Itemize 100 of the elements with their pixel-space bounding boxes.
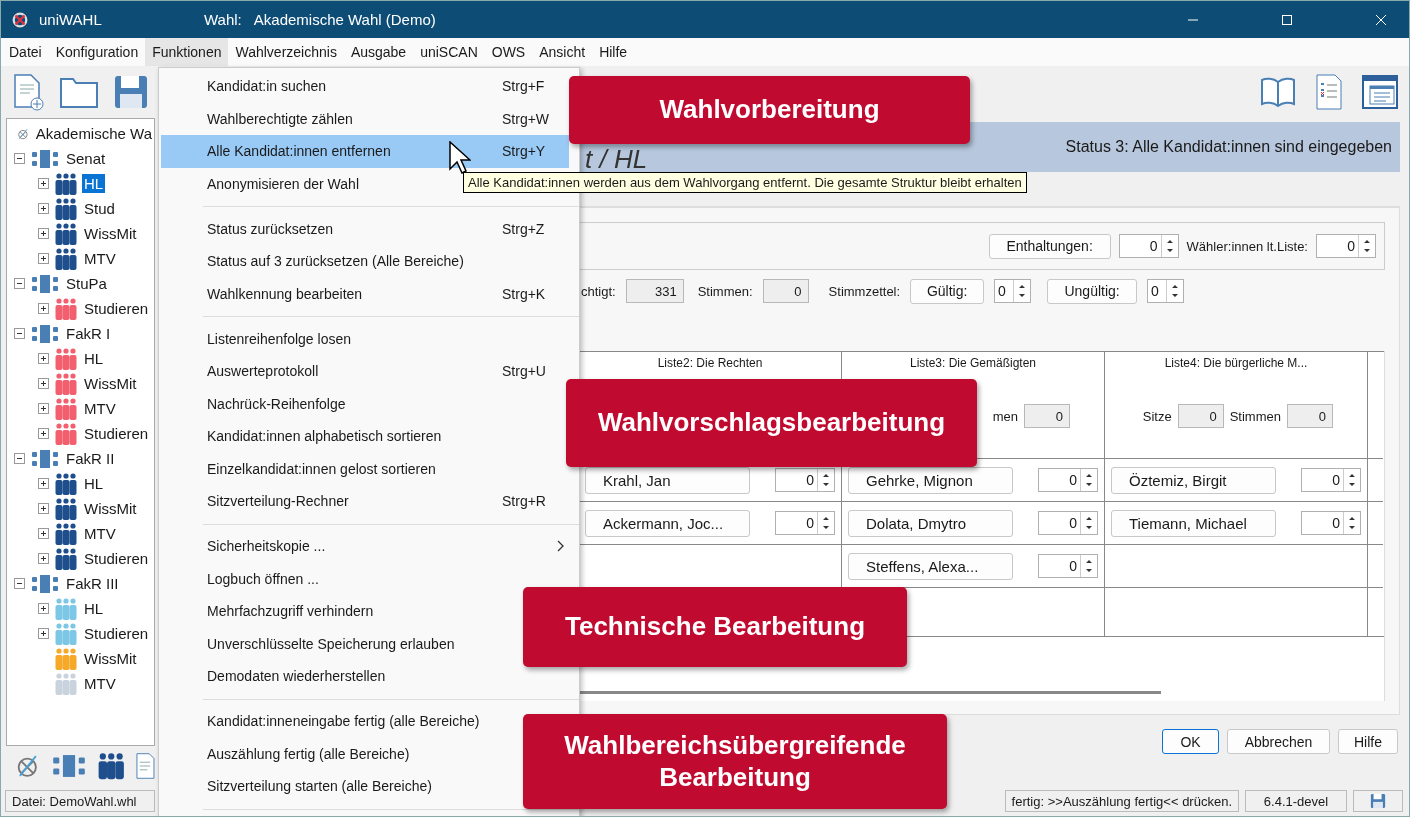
- expand-icon[interactable]: [38, 503, 49, 514]
- expand-icon[interactable]: [38, 403, 49, 414]
- menu-bar-item[interactable]: Wahlverzeichnis: [228, 38, 344, 66]
- menu-item[interactable]: Nachrück-Reihenfolge: [161, 387, 354, 420]
- tree-item[interactable]: MTV: [82, 249, 118, 268]
- menu-item[interactable]: Wahlkennung bearbeiten Strg+K: [161, 277, 569, 310]
- menu-bar-item[interactable]: Ausgabe: [343, 38, 414, 66]
- tree-item[interactable]: Studieren: [82, 549, 151, 568]
- expand-icon[interactable]: [38, 528, 49, 539]
- tree-item[interactable]: Senat: [64, 149, 108, 168]
- expand-icon[interactable]: [38, 253, 49, 264]
- tree-item[interactable]: Studieren: [82, 624, 151, 643]
- candidate-button[interactable]: Ackermann, Joc...: [585, 509, 750, 537]
- new-document-icon[interactable]: [11, 73, 45, 111]
- menu-bar-item[interactable]: Konfiguration: [48, 38, 146, 66]
- collapse-icon[interactable]: [14, 153, 25, 164]
- checklist-icon[interactable]: [1316, 74, 1342, 110]
- valid-button[interactable]: Gültig:: [910, 278, 985, 304]
- invalid-button[interactable]: Ungültig:: [1047, 278, 1138, 304]
- candidate-button[interactable]: Tiemann, Michael: [1111, 509, 1276, 537]
- tree-item[interactable]: WissMit: [82, 499, 139, 518]
- close-icon[interactable]: [1375, 13, 1387, 26]
- document-icon[interactable]: [136, 752, 155, 780]
- menu-item[interactable]: Kandidat:in suchen Strg+F: [161, 70, 569, 103]
- number-spinner[interactable]: 0: [1316, 234, 1376, 258]
- committee-icon[interactable]: [51, 753, 86, 779]
- menu-item[interactable]: Kandidat:innen alphabetisch sortieren: [161, 420, 450, 453]
- menu-item[interactable]: Einzelkandidat:innen gelost sortieren: [161, 452, 444, 485]
- book-icon[interactable]: [1260, 76, 1296, 108]
- expand-icon[interactable]: [38, 628, 49, 639]
- ballot-crossed-icon[interactable]: [15, 753, 40, 779]
- collapse-icon[interactable]: [14, 328, 25, 339]
- candidate-button[interactable]: Dolata, Dmytro: [848, 509, 1013, 537]
- tree-item[interactable]: HL: [82, 474, 106, 493]
- tree-item[interactable]: FakR II: [64, 449, 117, 468]
- number-spinner[interactable]: 0: [1301, 468, 1361, 492]
- tree-item[interactable]: StuPa: [64, 274, 109, 293]
- tree-item[interactable]: Studieren: [82, 424, 151, 443]
- number-spinner[interactable]: 0: [1038, 468, 1098, 492]
- menu-item[interactable]: Status zurücksetzen Strg+Z: [161, 212, 569, 245]
- expand-icon[interactable]: [38, 603, 49, 614]
- menu-item[interactable]: Demodaten wiederherstellen: [161, 660, 394, 693]
- menu-bar-item[interactable]: Funktionen: [145, 38, 229, 66]
- tree-item[interactable]: WissMit: [82, 374, 139, 393]
- menu-item[interactable]: Alle Kandidat:innen entfernen Strg+Y: [161, 135, 569, 168]
- menu-item[interactable]: Mehrfachzugriff verhindern: [161, 595, 382, 628]
- people-icon[interactable]: [97, 752, 125, 780]
- number-spinner[interactable]: 0: [994, 279, 1032, 303]
- expand-icon[interactable]: [38, 303, 49, 314]
- dialog-button[interactable]: OK: [1162, 729, 1219, 754]
- folder-icon[interactable]: [59, 75, 99, 109]
- tree-item[interactable]: HL: [82, 174, 106, 193]
- menu-item[interactable]: Auswerteprotokoll Strg+U: [161, 355, 569, 388]
- scrollbar-thumb[interactable]: [579, 691, 1161, 694]
- expand-icon[interactable]: [38, 228, 49, 239]
- maximize-icon[interactable]: [1281, 13, 1293, 26]
- abstentions-button[interactable]: Enthaltungen:: [988, 233, 1111, 259]
- tree-item[interactable]: Studieren: [82, 299, 151, 318]
- tree-item[interactable]: FakR I: [64, 324, 113, 343]
- dialog-button[interactable]: Hilfe: [1338, 729, 1398, 754]
- menu-bar-item[interactable]: Hilfe: [592, 38, 635, 66]
- menu-item[interactable]: Kandidat:inneneingabe fertig (alle Bereiche): [161, 705, 488, 738]
- number-spinner[interactable]: 0: [1118, 234, 1179, 258]
- tree-item[interactable]: HL: [82, 599, 106, 618]
- menu-item[interactable]: Sicherheitskopie ...: [161, 530, 569, 563]
- expand-icon[interactable]: [38, 428, 49, 439]
- tree-item[interactable]: MTV: [82, 524, 118, 543]
- number-spinner[interactable]: 0: [1038, 554, 1098, 578]
- expand-icon[interactable]: [38, 178, 49, 189]
- number-spinner[interactable]: 0: [1301, 511, 1361, 535]
- expand-icon[interactable]: [38, 203, 49, 214]
- tree-item[interactable]: MTV: [82, 674, 118, 693]
- collapse-icon[interactable]: [14, 278, 25, 289]
- number-spinner[interactable]: 0: [775, 468, 835, 492]
- expand-icon[interactable]: [38, 553, 49, 564]
- windows-icon[interactable]: [1362, 75, 1398, 109]
- menu-bar-item[interactable]: OWS: [484, 38, 533, 66]
- tree-item[interactable]: WissMit: [82, 649, 139, 668]
- collapse-icon[interactable]: [14, 578, 25, 589]
- save-icon[interactable]: [1370, 793, 1386, 809]
- candidate-button[interactable]: Krahl, Jan: [585, 466, 750, 494]
- menu-item[interactable]: Sitzverteilung-Rechner Strg+R: [161, 485, 569, 518]
- candidate-button[interactable]: Steffens, Alexa...: [848, 552, 1013, 580]
- menu-bar-item[interactable]: Ansicht: [532, 38, 593, 66]
- menu-item[interactable]: Wahlberechtigte zählen Strg+W: [161, 102, 569, 135]
- menu-item[interactable]: Status auf 3 zurücksetzen (Alle Bereiche): [161, 245, 472, 278]
- menu-item[interactable]: Anonymisieren der Wahl: [161, 167, 367, 200]
- tree-item[interactable]: MTV: [82, 399, 118, 418]
- candidate-button[interactable]: Öztemiz, Birgit: [1111, 466, 1276, 494]
- tree-item[interactable]: Akademische Wa: [33, 124, 154, 143]
- menu-item[interactable]: Listenreihenfolge losen: [161, 322, 359, 355]
- menu-item[interactable]: Sitzverteilung starten (alle Bereiche): [161, 770, 440, 803]
- expand-icon[interactable]: [38, 378, 49, 389]
- candidate-button[interactable]: Gehrke, Mignon: [848, 466, 1013, 494]
- dialog-button[interactable]: Abbrechen: [1227, 729, 1330, 754]
- tree-item[interactable]: WissMit: [82, 224, 139, 243]
- menu-item[interactable]: Auszählung fertig (alle Bereiche): [161, 737, 418, 770]
- menu-bar-item[interactable]: Datei: [2, 38, 49, 66]
- number-spinner[interactable]: 0: [775, 511, 835, 535]
- menu-item[interactable]: Logbuch öffnen ...: [161, 562, 327, 595]
